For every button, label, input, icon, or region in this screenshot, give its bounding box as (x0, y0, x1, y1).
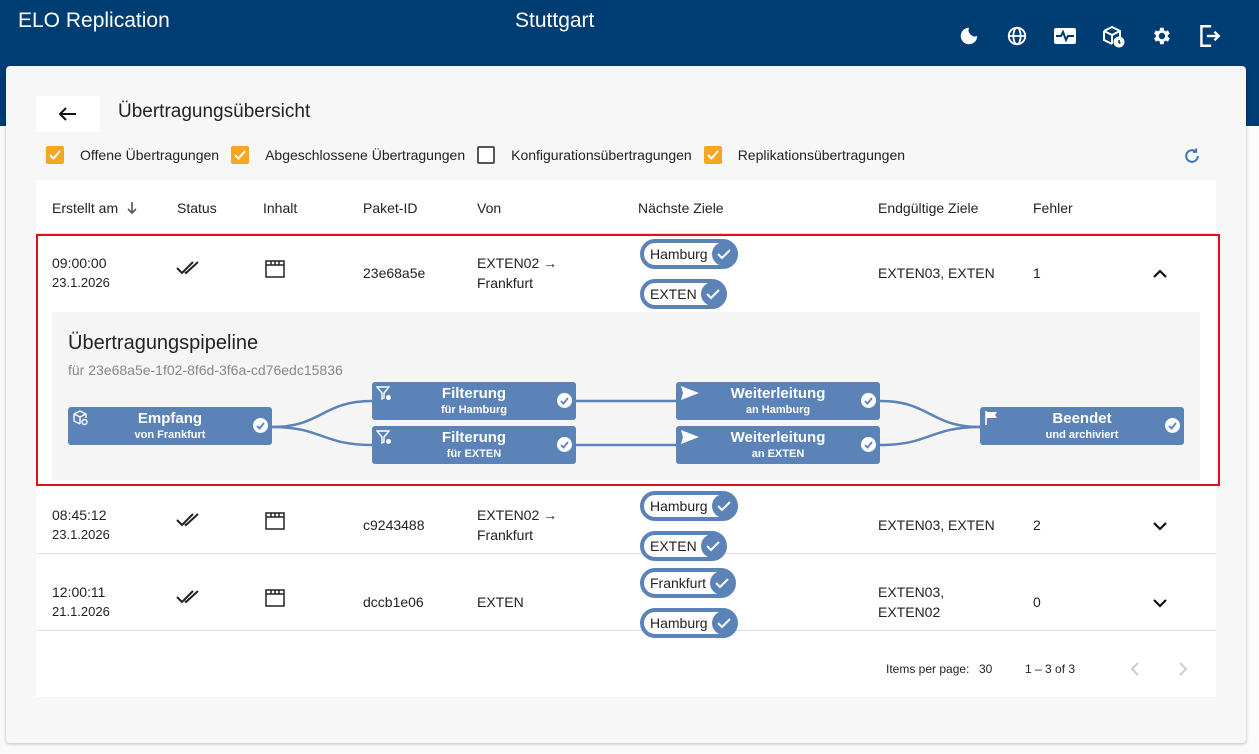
pipeline-node-empfang[interactable]: Empfang von Frankfurt (68, 407, 272, 445)
package-clock-icon[interactable] (1099, 22, 1127, 50)
checkbox-checked-icon[interactable] (703, 146, 722, 164)
row-final-targets: EXTEN03, EXTEN (878, 265, 995, 281)
app-title: ELO Replication (18, 9, 170, 32)
page-range: 1 – 3 of 3 (1025, 662, 1076, 676)
column-header-status: Status (177, 200, 217, 216)
check-circle-icon (700, 534, 725, 558)
row-errors: 0 (1033, 594, 1041, 610)
row-errors: 2 (1033, 517, 1041, 533)
content-icon[interactable] (265, 589, 285, 612)
arrow-down-icon (127, 202, 137, 215)
page-size-select[interactable]: 30 (979, 662, 992, 676)
gear-icon[interactable] (1147, 22, 1175, 50)
column-header-content: Inhalt (263, 200, 298, 216)
row-from-site: Frankfurt (477, 527, 534, 543)
row-final-targets-2: EXTEN02 (878, 604, 941, 620)
filter-label: Replikationsübertragungen (737, 147, 906, 163)
row-from: EXTEN02 → (477, 507, 558, 523)
globe-icon[interactable] (1003, 22, 1031, 50)
next-target-chip[interactable]: Hamburg (640, 608, 738, 638)
arrow-left-icon (59, 107, 76, 121)
pipeline-node-beendet[interactable]: Beendet und archiviert (980, 407, 1184, 445)
row-final-targets: EXTEN03, (878, 584, 945, 600)
filter-abgeschlossene[interactable]: Abgeschlossene Übertragungen (231, 146, 465, 164)
check-circle-icon (861, 393, 876, 408)
check-circle-icon (557, 437, 572, 452)
check-circle-icon (710, 571, 735, 595)
row-from: EXTEN (477, 594, 524, 610)
chevron-left-icon[interactable] (1130, 661, 1140, 682)
check-circle-icon (711, 611, 736, 635)
column-header-next-targets: Nächste Ziele (638, 200, 724, 216)
checkbox-checked-icon[interactable] (231, 146, 250, 164)
pipeline-node-filter-hamburg[interactable]: Filterung für Hamburg (372, 382, 576, 420)
check-circle-icon (1165, 418, 1180, 433)
row-time: 09:00:00 (52, 255, 107, 271)
row-from: EXTEN02 → (477, 255, 558, 271)
checkbox-unchecked-icon[interactable] (477, 146, 496, 164)
divider (36, 630, 1216, 631)
logout-icon[interactable] (1195, 22, 1223, 50)
next-target-chip[interactable]: EXTEN (640, 279, 727, 309)
done-all-icon (176, 260, 202, 281)
row-package-id: dccb1e06 (363, 594, 424, 610)
check-circle-icon (557, 393, 572, 408)
column-header-final-targets: Endgültige Ziele (878, 200, 979, 216)
row-final-targets: EXTEN03, EXTEN (878, 517, 995, 533)
row-errors: 1 (1033, 265, 1041, 281)
filter-label: Offene Übertragungen (80, 147, 220, 163)
check-circle-icon (861, 437, 876, 452)
collapse-icon[interactable] (1153, 266, 1167, 284)
divider (36, 233, 1216, 234)
expand-icon[interactable] (1153, 518, 1167, 536)
items-per-page-label: Items per page: (886, 662, 970, 676)
divider (36, 553, 1216, 554)
filter-replikation[interactable]: Replikationsübertragungen (703, 146, 906, 164)
filter-bar: Offene Übertragungen Abgeschlossene Über… (46, 146, 917, 164)
chevron-right-icon[interactable] (1178, 661, 1188, 682)
moon-icon[interactable] (955, 22, 983, 50)
done-all-icon (176, 589, 202, 610)
filter-konfiguration[interactable]: Konfigurationsübertragungen (477, 146, 692, 164)
check-circle-icon (700, 282, 725, 306)
header-actions (955, 22, 1223, 50)
content-icon[interactable] (265, 512, 285, 535)
filter-offene[interactable]: Offene Übertragungen (46, 146, 219, 164)
column-header-package-id: Paket-ID (363, 200, 418, 216)
column-header-created[interactable]: Erstellt am (52, 200, 138, 216)
check-circle-icon (711, 494, 736, 518)
row-date: 21.1.2026 (52, 604, 110, 619)
next-target-chip[interactable]: Frankfurt (640, 568, 737, 598)
row-time: 12:00:11 (52, 584, 106, 600)
column-header-errors: Fehler (1033, 200, 1073, 216)
filter-label: Abgeschlossene Übertragungen (265, 147, 466, 163)
row-date: 23.1.2026 (52, 527, 110, 542)
filter-label: Konfigurationsübertragungen (511, 147, 692, 163)
site-title: Stuttgart (515, 9, 595, 32)
pipeline-node-forward-exten[interactable]: Weiterleitung an EXTEN (676, 426, 880, 464)
row-date: 23.1.2026 (52, 275, 110, 290)
page-title: Übertragungsübersicht (118, 101, 311, 122)
expand-icon[interactable] (1153, 595, 1167, 613)
row-package-id: c9243488 (363, 517, 425, 533)
pipeline-node-filter-exten[interactable]: Filterung für EXTEN (372, 426, 576, 464)
row-time: 08:45:12 (52, 507, 107, 523)
check-circle-icon (253, 418, 268, 433)
content-icon[interactable] (265, 260, 285, 283)
check-circle-icon (711, 242, 736, 266)
next-target-chip[interactable]: Hamburg (640, 491, 738, 521)
monitor-heart-icon[interactable] (1051, 22, 1079, 50)
pipeline-panel: Übertragungspipeline für 23e68a5e-1f02-8… (52, 312, 1200, 480)
row-from-site: Frankfurt (477, 275, 534, 291)
column-header-from: Von (477, 200, 502, 216)
checkbox-checked-icon[interactable] (46, 146, 64, 164)
row-package-id: 23e68a5e (363, 265, 426, 281)
pipeline-connectors (271, 399, 981, 447)
back-button[interactable] (36, 96, 100, 132)
done-all-icon (176, 512, 202, 533)
next-target-chip[interactable]: EXTEN (640, 531, 727, 561)
pipeline-node-forward-hamburg[interactable]: Weiterleitung an Hamburg (676, 382, 880, 420)
next-target-chip[interactable]: Hamburg (640, 239, 738, 269)
refresh-icon[interactable] (1182, 146, 1202, 171)
